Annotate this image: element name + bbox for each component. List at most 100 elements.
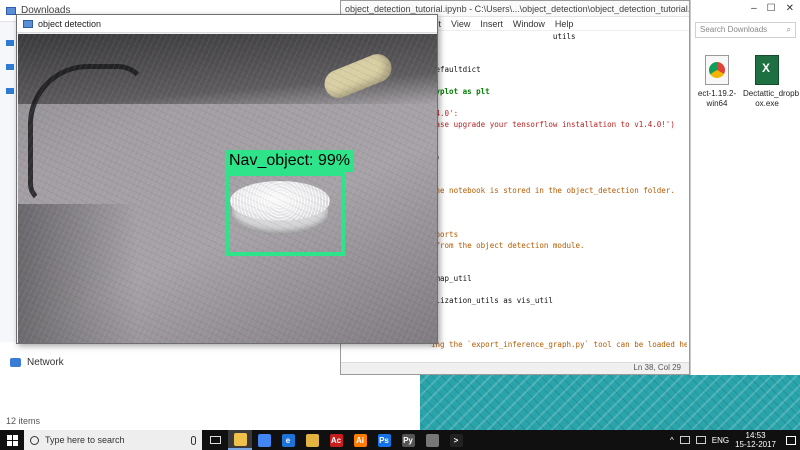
code-line: ing the `export_inference_graph.py` tool…: [431, 340, 687, 349]
volume-icon[interactable]: [695, 436, 706, 444]
od-titlebar[interactable]: object detection: [17, 15, 437, 33]
nav-marker-icon[interactable]: [6, 64, 14, 70]
taskbar-app-photoshop[interactable]: Ps: [372, 430, 396, 450]
nav-marker-icon[interactable]: [6, 40, 14, 46]
code-line: .4.0':: [431, 109, 459, 118]
file-item[interactable]: ect-1.19.2-win64: [693, 55, 741, 109]
taskbar-app-chrome[interactable]: [252, 430, 276, 450]
clock-time: 14:53: [745, 431, 766, 440]
detection-label: Nav_object: 99%: [225, 150, 354, 172]
windows-logo-icon: [6, 434, 18, 446]
object-detection-window: object detection Nav_object: 99%: [16, 14, 438, 344]
task-view-icon: [209, 436, 221, 444]
code-line: l): [431, 152, 687, 163]
taskbar-app-cmd[interactable]: >: [444, 430, 468, 450]
code-line: ease upgrade your tensorflow installatio…: [431, 120, 675, 129]
folder-icon: [305, 433, 319, 447]
folder-icon: [6, 6, 16, 15]
menu-item-insert[interactable]: Insert: [480, 19, 503, 29]
taskbar-apps: e Ac Ai Ps Py >: [228, 430, 468, 450]
code-line: defaultdict: [431, 65, 481, 74]
search-placeholder: Search Downloads: [700, 25, 768, 34]
taskbar: Type here to search e Ac Ai Ps Py > ^ ENG 14:…: [0, 430, 800, 450]
clock-date: 15-12-2017: [735, 440, 776, 449]
excel-file-icon: [755, 55, 779, 85]
explorer-icon: [233, 432, 247, 446]
clock[interactable]: 14:53 15-12-2017: [735, 431, 776, 449]
code-line: utils: [431, 32, 576, 41]
od-title: object detection: [38, 18, 102, 29]
detection-bounding-box: [225, 172, 345, 256]
menu-item-help[interactable]: Help: [555, 19, 574, 29]
taskbar-app-explorer[interactable]: [228, 430, 252, 450]
code-line: mports: [431, 230, 459, 239]
maximize-icon[interactable]: ☐: [767, 3, 776, 14]
language-indicator[interactable]: ENG: [712, 436, 729, 445]
code-line: alization_utils as vis_util: [431, 296, 553, 305]
close-icon[interactable]: ✕: [786, 3, 794, 14]
editor-title: object_detection_tutorial.ipynb - C:\Use…: [345, 3, 689, 14]
search-placeholder: Type here to search: [45, 435, 125, 445]
chevron-up-icon[interactable]: ^: [670, 436, 674, 445]
action-center-icon[interactable]: [786, 435, 796, 445]
app-icon: [23, 19, 33, 28]
file-name: ect-1.19.2-win64: [697, 89, 737, 108]
taskbar-app-acrobat[interactable]: Ac: [324, 430, 348, 450]
menu-item-window[interactable]: Window: [513, 19, 545, 29]
minimize-icon[interactable]: –: [751, 3, 757, 14]
item-count: 12 items: [6, 416, 41, 426]
camera-feed: Nav_object: 99%: [18, 34, 437, 343]
task-view-button[interactable]: [202, 436, 228, 444]
network-icon[interactable]: [679, 436, 690, 444]
illustrator-icon: Ai: [353, 433, 367, 447]
taskbar-app-python[interactable]: Py: [396, 430, 420, 450]
search-icon: ⌕: [786, 25, 791, 34]
code-line: from the object detection module.: [431, 241, 585, 250]
file-name: Dectattic_dropb ox.exe: [743, 89, 800, 108]
taskbar-search-input[interactable]: Type here to search: [24, 430, 202, 450]
downloads-search-input[interactable]: Search Downloads ⌕: [695, 22, 796, 38]
taskbar-app-edge[interactable]: e: [276, 430, 300, 450]
menu-item-view[interactable]: View: [451, 19, 470, 29]
taskbar-app-folder[interactable]: [300, 430, 324, 450]
photoshop-icon: Ps: [377, 433, 391, 447]
window-controls: – ☐ ✕: [691, 0, 800, 16]
chrome-installer-icon: [705, 55, 729, 85]
network-icon: [10, 358, 21, 367]
edge-icon: e: [281, 433, 295, 447]
start-button[interactable]: [0, 430, 24, 450]
system-tray: ^ ENG 14:53 15-12-2017: [670, 431, 800, 449]
cmd-icon: >: [449, 433, 463, 447]
code-line: _map_util: [431, 274, 472, 283]
code-line: the notebook is stored in the object_det…: [431, 186, 675, 195]
window-icon: [425, 433, 439, 447]
nav-item-label: Network: [27, 357, 64, 368]
acrobat-icon: Ac: [329, 433, 343, 447]
microphone-icon[interactable]: [191, 435, 196, 445]
taskbar-app-illustrator[interactable]: Ai: [348, 430, 372, 450]
nav-marker-icon[interactable]: [6, 88, 14, 94]
code-area[interactable]: utils defaultdict pyplot as plt .4.0': ease …: [431, 31, 687, 366]
editor-statusbar: Ln 38, Col 29: [341, 362, 689, 374]
file-item[interactable]: Dectattic_dropb ox.exe: [743, 55, 800, 109]
python-icon: Py: [401, 433, 415, 447]
taskbar-app-window[interactable]: [420, 430, 444, 450]
downloads-window: – ☐ ✕ Search Downloads ⌕ ect-1.19.2-win6…: [690, 0, 800, 375]
